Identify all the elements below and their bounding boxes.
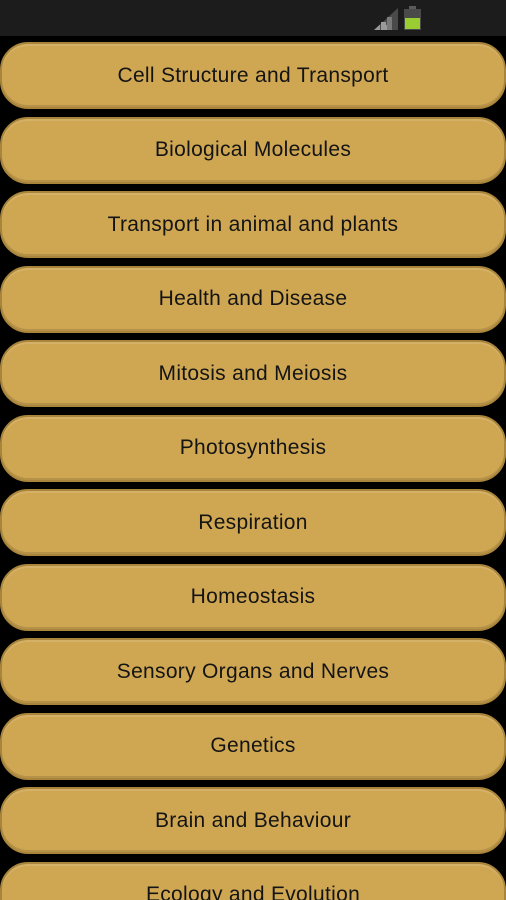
topic-label: Mitosis and Meiosis <box>158 361 348 385</box>
topic-button-transport[interactable]: Transport in animal and plants <box>0 191 506 258</box>
topic-button-health-disease[interactable]: Health and Disease <box>0 265 506 333</box>
topic-label: Biological Molecules <box>154 138 352 161</box>
cellular-signal-icon <box>374 8 398 30</box>
topic-label: Brain and Behaviour <box>155 808 351 832</box>
topic-label: Health and Disease <box>158 287 348 310</box>
topic-button-biological-molecules[interactable]: Biological Molecules <box>0 116 506 184</box>
topic-button-respiration[interactable]: Respiration <box>0 489 506 556</box>
topic-button-brain-behaviour[interactable]: Brain and Behaviour <box>0 787 506 854</box>
topic-label: Ecology and Evolution <box>145 883 361 900</box>
topic-label: Photosynthesis <box>179 436 327 459</box>
topic-button-cell-structure[interactable]: Cell Structure and Transport <box>0 42 506 109</box>
topic-button-mitosis-meiosis[interactable]: Mitosis and Meiosis <box>0 340 506 407</box>
topic-button-photosynthesis[interactable]: Photosynthesis <box>0 414 506 482</box>
topic-label: Genetics <box>210 734 296 757</box>
topic-list: Cell Structure and Transport Biological … <box>0 42 506 900</box>
topic-button-ecology-evolution[interactable]: Ecology and Evolution <box>0 861 506 900</box>
battery-icon <box>404 6 421 30</box>
topic-label: Respiration <box>198 510 308 534</box>
topic-button-genetics[interactable]: Genetics <box>0 712 506 780</box>
topic-button-sensory-organs[interactable]: Sensory Organs and Nerves <box>0 638 506 705</box>
topic-label: Homeostasis <box>190 585 316 608</box>
status-bar <box>0 0 506 36</box>
topic-label: Cell Structure and Transport <box>117 63 389 87</box>
app-screen: Cell Structure and Transport Biological … <box>0 0 506 900</box>
topic-label: Sensory Organs and Nerves <box>116 659 390 683</box>
topic-label: Transport in animal and plants <box>107 212 399 236</box>
topic-button-homeostasis[interactable]: Homeostasis <box>0 563 506 631</box>
